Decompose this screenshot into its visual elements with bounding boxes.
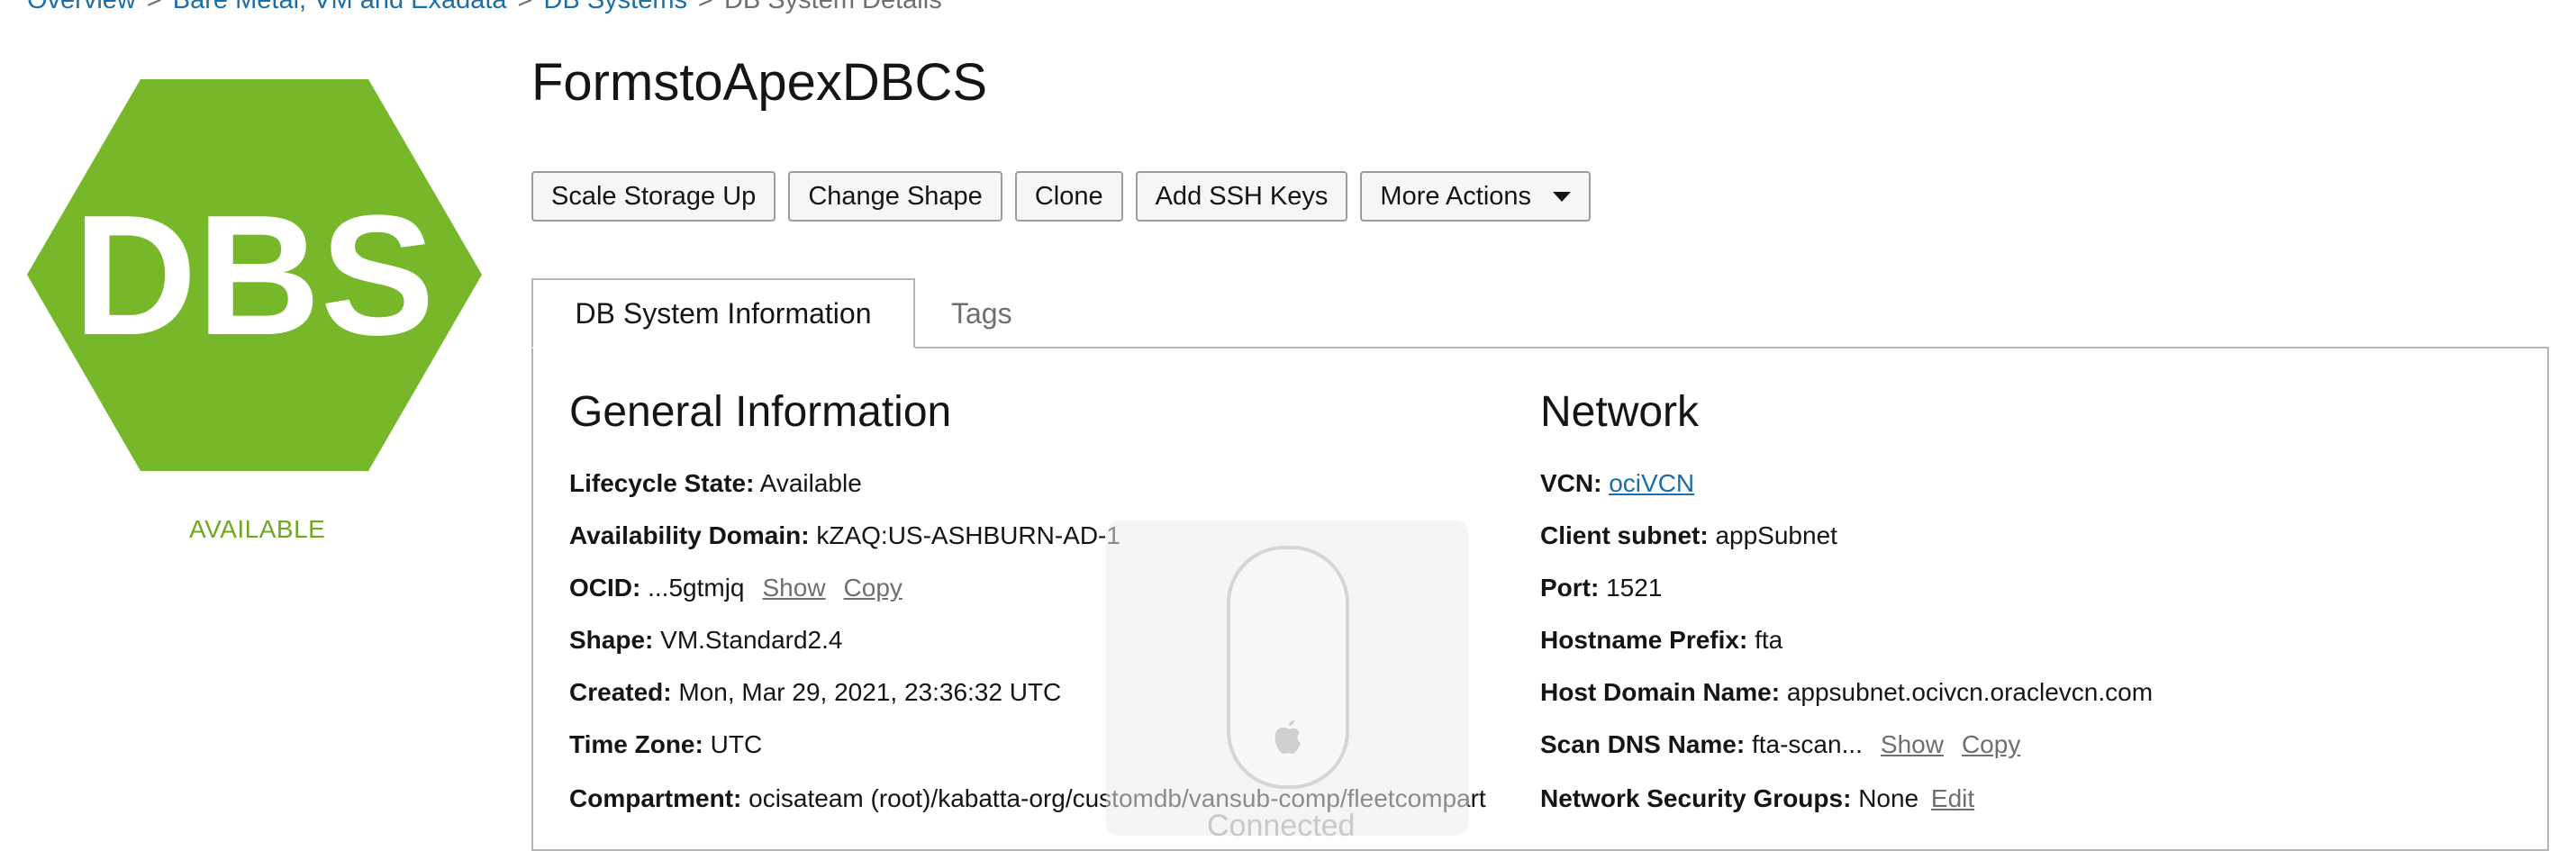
shape-row: Shape: VM.Standard2.4 — [569, 625, 842, 656]
hostname-prefix-label: Hostname Prefix: — [1540, 626, 1748, 654]
port-label: Port: — [1540, 574, 1600, 602]
more-actions-button[interactable]: More Actions — [1360, 171, 1592, 222]
vcn-link[interactable]: ociVCN — [1609, 469, 1694, 497]
shape-label: Shape: — [569, 626, 654, 654]
nsg-value: None — [1858, 784, 1919, 812]
availability-domain-row: Availability Domain: kZAQ:US-ASHBURN-AD-… — [569, 521, 1120, 551]
breadcrumb-link-overview[interactable]: Overview — [27, 0, 136, 14]
lifecycle-state-value: Available — [759, 469, 862, 497]
availability-domain-value: kZAQ:US-ASHBURN-AD-1 — [816, 521, 1120, 549]
created-label: Created: — [569, 678, 672, 706]
breadcrumb: Overview > Bare Metal, VM and Exadata > DB S… — [27, 0, 942, 15]
client-subnet-label: Client subnet: — [1540, 521, 1709, 549]
breadcrumb-separator: > — [698, 0, 713, 14]
ocid-value: ...5gtmjq — [648, 574, 745, 602]
availability-domain-label: Availability Domain: — [569, 521, 810, 549]
action-toolbar: Scale Storage Up Change Shape Clone Add … — [531, 171, 1592, 225]
time-zone-value: UTC — [710, 730, 763, 758]
magic-mouse-icon — [1227, 546, 1349, 789]
scan-dns-value: fta-scan... — [1751, 730, 1863, 758]
time-zone-row: Time Zone: UTC — [569, 729, 762, 760]
dbs-hexagon-icon: DBS — [27, 79, 482, 471]
scan-dns-show-link[interactable]: Show — [1881, 730, 1944, 758]
nsg-edit-link[interactable]: Edit — [1931, 784, 1974, 812]
vcn-label: VCN: — [1540, 469, 1602, 497]
apple-logo-icon — [1274, 720, 1301, 754]
hostname-prefix-value: fta — [1755, 626, 1783, 654]
ocid-show-link[interactable]: Show — [763, 574, 826, 602]
hostname-prefix-row: Hostname Prefix: fta — [1540, 625, 1782, 656]
client-subnet-value: appSubnet — [1715, 521, 1837, 549]
time-zone-label: Time Zone: — [569, 730, 703, 758]
breadcrumb-separator: > — [146, 0, 162, 14]
lifecycle-state-label: Lifecycle State: — [569, 469, 755, 497]
scan-dns-copy-link[interactable]: Copy — [1962, 730, 2020, 758]
host-domain-row: Host Domain Name: appsubnet.ocivcn.oracl… — [1540, 677, 2153, 708]
created-value: Mon, Mar 29, 2021, 23:36:32 UTC — [678, 678, 1062, 706]
breadcrumb-link-bare-metal[interactable]: Bare Metal, VM and Exadata — [173, 0, 507, 14]
host-domain-value: appsubnet.ocivcn.oraclevcn.com — [1786, 678, 2154, 706]
scale-storage-up-button[interactable]: Scale Storage Up — [531, 171, 776, 222]
status-badge: AVAILABLE — [189, 515, 326, 543]
nsg-label: Network Security Groups: — [1540, 784, 1852, 812]
page-title: FormstoApexDBCS — [531, 53, 988, 112]
ocid-row: OCID: ...5gtmjq Show Copy — [569, 573, 903, 603]
network-heading: Network — [1540, 388, 1700, 436]
shape-value: VM.Standard2.4 — [660, 626, 843, 654]
breadcrumb-link-db-systems[interactable]: DB Systems — [544, 0, 688, 14]
nsg-row: Network Security Groups: None Edit — [1540, 783, 1974, 814]
caret-down-icon — [1553, 191, 1572, 202]
tab-tags[interactable]: Tags — [951, 297, 1012, 330]
breadcrumb-current: DB System Details — [723, 0, 942, 14]
created-row: Created: Mon, Mar 29, 2021, 23:36:32 UTC — [569, 677, 1061, 708]
change-shape-button[interactable]: Change Shape — [788, 171, 1002, 222]
general-information-heading: General Information — [569, 388, 952, 436]
clone-button[interactable]: Clone — [1014, 171, 1123, 222]
port-value: 1521 — [1606, 574, 1663, 602]
port-row: Port: 1521 — [1540, 573, 1662, 603]
compartment-label: Compartment: — [569, 784, 742, 812]
vcn-row: VCN: ociVCN — [1540, 468, 1694, 499]
ocid-label: OCID: — [569, 574, 641, 602]
ocid-copy-link[interactable]: Copy — [844, 574, 903, 602]
more-actions-label: More Actions — [1380, 181, 1532, 211]
lifecycle-state-row: Lifecycle State: Available — [569, 468, 862, 499]
add-ssh-keys-button[interactable]: Add SSH Keys — [1135, 171, 1348, 222]
tab-db-system-information[interactable]: DB System Information — [531, 278, 915, 349]
client-subnet-row: Client subnet: appSubnet — [1540, 521, 1837, 551]
host-domain-label: Host Domain Name: — [1540, 678, 1781, 706]
scan-dns-row: Scan DNS Name: fta-scan... Show Copy — [1540, 729, 2020, 760]
breadcrumb-separator: > — [517, 0, 533, 14]
scan-dns-label: Scan DNS Name: — [1540, 730, 1746, 758]
logo-text: DBS — [73, 180, 434, 371]
